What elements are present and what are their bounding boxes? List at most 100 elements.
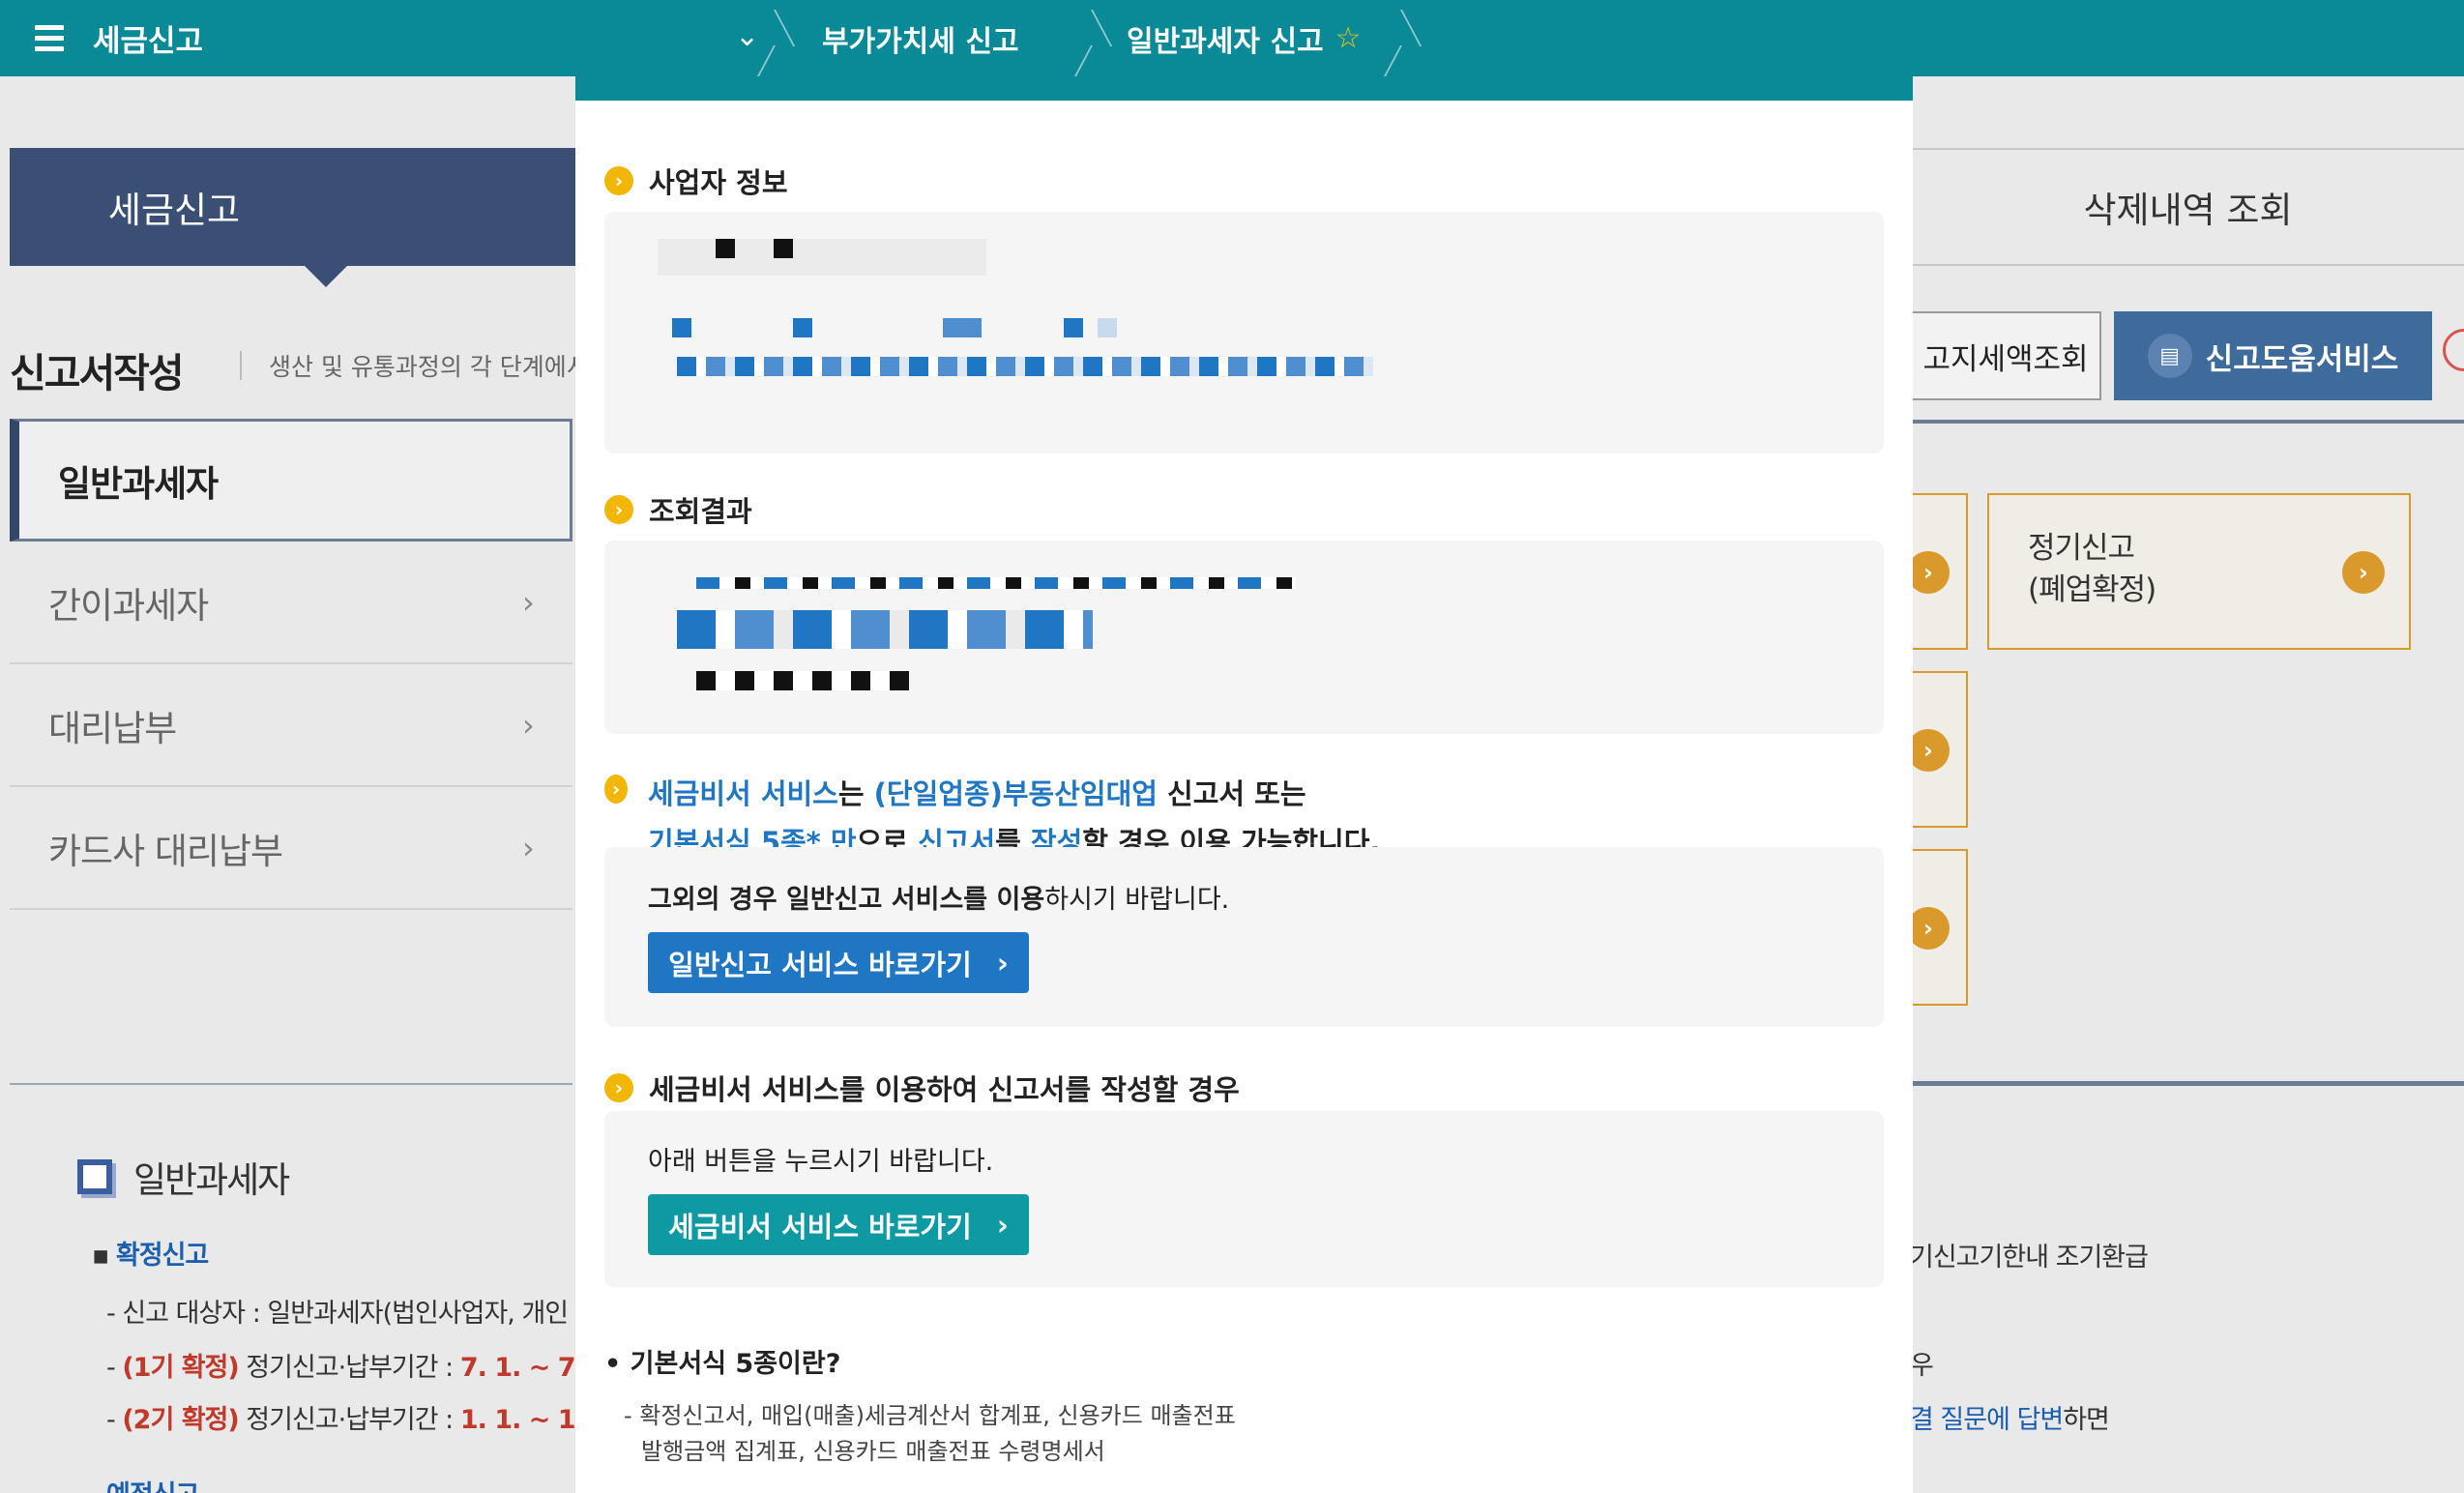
info-line: 우	[1910, 1351, 1934, 1381]
general-service-text-bold: 그외의 경우 일반신고 서비스를 이용	[648, 885, 1045, 915]
definition-title: • 기본서식 5종이란?	[604, 1349, 841, 1379]
redacted-text	[696, 577, 1296, 589]
report-help-service-button[interactable]: ▤ 신고도움서비스	[2114, 311, 2432, 400]
section-query-result: › 조회결과	[604, 489, 752, 530]
info-line: - (1기 확정) 정기신고·납부기간 : 7. 1. ~ 7.25.	[106, 1353, 629, 1383]
chevron-right-icon: ›	[996, 946, 1009, 980]
chevron-circle-icon: ›	[604, 1073, 633, 1102]
secretary-service-box: 아래 버튼을 누르시기 바랍니다. 세금비서 서비스 바로가기 ›	[604, 1111, 1884, 1287]
general-service-button[interactable]: 일반신고 서비스 바로가기 ›	[648, 932, 1029, 993]
section-title: 조회결과	[649, 495, 752, 528]
tab-deleted-history[interactable]: 삭제내역 조회	[1910, 148, 2464, 266]
arrow-right-icon: ›	[1907, 551, 1950, 594]
info-line-text: 신고 대상자 : 일반과세자(법인사업자, 개인 일	[122, 1299, 599, 1329]
chevron-down-icon[interactable]: ⌄	[735, 19, 759, 53]
chevron-circle-icon: ›	[604, 495, 633, 524]
secretary-service-button[interactable]: 세금비서 서비스 바로가기 ›	[648, 1194, 1029, 1255]
divider	[240, 351, 242, 380]
sidebar-item-label: 대리납부	[48, 707, 177, 749]
notice-highlight: 세금비서 서비스	[648, 777, 838, 810]
notice-icon-wrap: ›	[604, 775, 643, 804]
info-line: 결 질문에 답변하면	[1910, 1398, 2110, 1436]
redacted-text	[677, 610, 1093, 649]
sidebar-item-label: 간이과세자	[48, 584, 209, 627]
definition-line: 발행금액 집계표, 신용카드 매출전표 수령명세서	[641, 1438, 1105, 1465]
estimate-report-label: 예정신고	[106, 1474, 199, 1493]
sidebar: 일반과세자 간이과세자 › 대리납부 › 카드사 대리납부 ›	[10, 419, 572, 910]
star-favorite-icon[interactable]: ☆	[1335, 21, 1362, 55]
redacted-text	[658, 239, 986, 276]
redacted-text	[696, 671, 909, 690]
service-selection-modal: › 사업자 정보 › 조회결과 › 세금비서 서비스는 (단일업종)부동산임대업…	[575, 76, 1913, 1493]
notice-line-1: 세금비서 서비스는 (단일업종)부동산임대업 신고서 또는	[648, 770, 1380, 818]
definition-line: - 확정신고서, 매입(매출)세금계산서 합계표, 신용카드 매출전표	[624, 1402, 1236, 1429]
period-label: (1기 확정)	[122, 1353, 239, 1383]
breadcrumb-separator-icon	[1091, 0, 1120, 76]
top-nav-title[interactable]: 세금신고	[93, 16, 203, 60]
breadcrumb-label: 일반과세자 신고	[1127, 24, 1324, 59]
sidebar-item-card-proxy-payment[interactable]: 카드사 대리납부 ›	[10, 787, 572, 910]
arrow-right-icon: ›	[1907, 907, 1950, 950]
breadcrumb-separator-icon	[1400, 0, 1429, 76]
sidebar-item-label: 일반과세자	[58, 462, 219, 505]
divider	[1910, 1081, 2464, 1086]
period-text: 정기신고·납부기간 :	[238, 1353, 460, 1383]
business-info-box	[604, 212, 1884, 454]
notice-tax-lookup-button[interactable]: 고지세액조회	[1910, 311, 2101, 400]
sidebar-item-general[interactable]: 일반과세자	[10, 419, 572, 542]
sidebar-item-proxy-payment[interactable]: 대리납부 ›	[10, 664, 572, 787]
definition-description: - 확정신고서, 매입(매출)세금계산서 합계표, 신용카드 매출전표 발행금액…	[624, 1398, 1236, 1470]
notice-text: 는	[837, 777, 874, 810]
report-help-service-label: 신고도움서비스	[2205, 341, 2399, 377]
regular-report-label: 정기신고 (폐업확정)	[2028, 531, 2156, 608]
help-icon[interactable]	[2443, 329, 2464, 371]
breadcrumb-general-taxpayer[interactable]: 일반과세자 신고 ☆	[1127, 0, 1362, 76]
info-line-text: 하면	[2063, 1405, 2110, 1435]
redacted-text	[1064, 318, 1083, 337]
divider	[1910, 420, 2464, 424]
confirm-report-text: 확정신고	[115, 1241, 209, 1271]
hamburger-menu-icon[interactable]	[35, 25, 64, 51]
definition-title-text: 기본서식 5종이란?	[630, 1349, 841, 1379]
redacted-text	[716, 239, 735, 258]
section-title: 세금비서 서비스를 이용하여 신고서를 작성할 경우	[649, 1073, 1240, 1106]
breadcrumb-vat-report[interactable]: 부가가치세 신고	[822, 0, 1019, 76]
secretary-service-text: 아래 버튼을 누르시기 바랍니다.	[648, 1147, 994, 1177]
breadcrumb-separator-icon	[774, 0, 803, 76]
info-line: - 신고 대상자 : 일반과세자(법인사업자, 개인 일	[106, 1299, 600, 1329]
redacted-text	[793, 318, 812, 337]
redacted-text	[677, 357, 1373, 376]
notice-text: 신고서 또는	[1157, 777, 1306, 810]
chevron-circle-icon: ›	[604, 775, 628, 804]
redacted-text	[774, 239, 793, 258]
section-title: 사업자 정보	[649, 166, 788, 199]
arrow-right-icon: ›	[2342, 551, 2385, 594]
redacted-text	[1098, 318, 1117, 337]
book-icon: ▤	[2147, 334, 2192, 378]
regular-report-card[interactable]: 정기신고 (폐업확정) ›	[1987, 493, 2411, 650]
redacted-text	[672, 318, 691, 337]
section-secretary: › 세금비서 서비스를 이용하여 신고서를 작성할 경우	[604, 1068, 1240, 1108]
square-bullet-icon	[77, 1159, 112, 1194]
notice-highlight: (단일업종)부동산임대업	[873, 777, 1158, 810]
general-service-text-rest: 하시기 바랍니다.	[1044, 885, 1230, 915]
general-service-button-label: 일반신고 서비스 바로가기	[668, 948, 972, 981]
sidebar-item-simplified[interactable]: 간이과세자 ›	[10, 542, 572, 664]
info-link[interactable]: 결 질문에 답변	[1910, 1405, 2064, 1435]
arrow-right-icon: ›	[1907, 729, 1950, 772]
section-title: 일반과세자	[77, 1151, 290, 1203]
tab-tax-report[interactable]: 세금신고	[10, 148, 580, 287]
section-title-label: 일반과세자	[133, 1159, 290, 1201]
period-label: (2기 확정)	[122, 1405, 239, 1435]
chevron-circle-icon: ›	[604, 166, 633, 195]
divider	[10, 1083, 572, 1085]
chevron-right-icon: ›	[522, 583, 535, 621]
redacted-text	[943, 318, 982, 337]
general-service-box: 그외의 경우 일반신고 서비스를 이용하시기 바랍니다. 일반신고 서비스 바로…	[604, 847, 1884, 1027]
secretary-service-button-label: 세금비서 서비스 바로가기	[668, 1210, 972, 1244]
section-business-info: › 사업자 정보	[604, 161, 788, 201]
page-description: 생산 및 유통과정의 각 단계에서	[269, 353, 589, 381]
period-text: 정기신고·납부기간 :	[238, 1405, 460, 1435]
confirm-report-label: ▪ 확정신고	[92, 1241, 209, 1271]
sidebar-item-label: 카드사 대리납부	[48, 830, 283, 872]
